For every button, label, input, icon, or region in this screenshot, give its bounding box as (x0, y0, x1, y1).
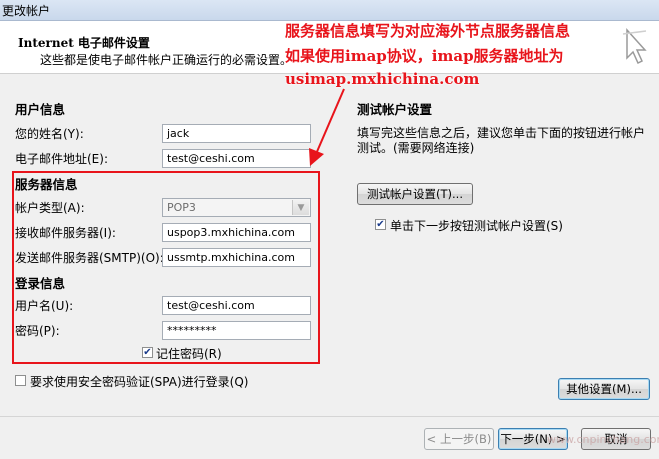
footer-divider (0, 416, 659, 417)
email-field[interactable]: test@ceshi.com (162, 149, 311, 168)
watermark: www.cnpinchang.com (547, 433, 659, 446)
user-info-heading: 用户信息 (15, 102, 66, 117)
annotation-line-2: 如果使用imap协议，imap服务器地址为 (285, 47, 564, 65)
test-settings-desc-2: 测试。(需要网络连接) (357, 141, 475, 155)
name-field[interactable]: jack (162, 124, 311, 143)
cursor-arrow-icon (622, 28, 648, 69)
annotation-line-1: 服务器信息填写为对应海外节点服务器信息 (285, 22, 571, 40)
name-label: 您的姓名(Y): (15, 127, 84, 141)
check-icon: ✔ (376, 219, 385, 230)
header-subtitle: 这些都是使电子邮件帐户正确运行的必需设置。 (40, 53, 293, 67)
server-highlight-box (12, 171, 320, 364)
header-title: Internet 电子邮件设置 (18, 36, 150, 50)
auto-test-checkbox[interactable]: ✔ (375, 219, 386, 230)
back-button[interactable]: < 上一步(B) (424, 428, 494, 450)
spa-checkbox[interactable] (15, 375, 26, 386)
email-label: 电子邮件地址(E): (15, 152, 108, 166)
more-settings-button[interactable]: 其他设置(M)... (558, 378, 650, 400)
red-arrow (309, 88, 345, 166)
window-title-bar: 更改帐户 (0, 0, 659, 21)
window-title: 更改帐户 (2, 4, 51, 18)
auto-test-label[interactable]: 单击下一步按钮测试帐户设置(S) (390, 217, 563, 234)
spa-label[interactable]: 要求使用安全密码验证(SPA)进行登录(Q) (30, 373, 248, 390)
test-account-button[interactable]: 测试帐户设置(T)... (357, 183, 473, 205)
test-settings-heading: 测试帐户设置 (357, 102, 433, 117)
